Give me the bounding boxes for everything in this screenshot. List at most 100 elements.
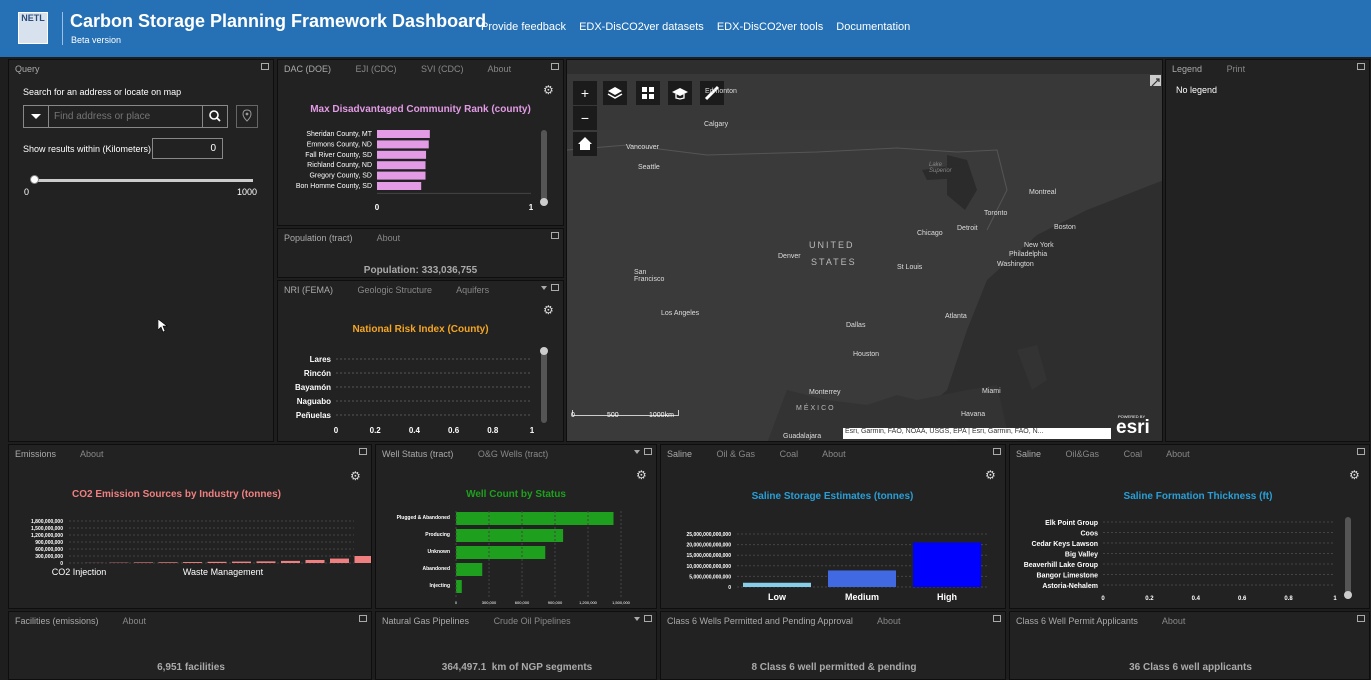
gear-icon[interactable]: ⚙ bbox=[985, 468, 996, 482]
esri-logo[interactable]: esri bbox=[1116, 417, 1150, 439]
maximize-icon[interactable] bbox=[1357, 63, 1365, 70]
gear-icon[interactable]: ⚙ bbox=[350, 469, 361, 483]
bar bbox=[305, 559, 325, 563]
datasets-link[interactable]: EDX-DisCO2ver datasets bbox=[579, 21, 704, 33]
tab-crude-oil-pipelines[interactable]: Crude Oil Pipelines bbox=[494, 616, 571, 626]
map-attribution[interactable]: Esri, Garmin, FAO, NOAA, USGS, EPA | Esr… bbox=[843, 428, 1111, 439]
documentation-link[interactable]: Documentation bbox=[836, 21, 910, 33]
tab-population-about[interactable]: About bbox=[377, 233, 401, 243]
bar-label: Plugged & Abandoned bbox=[397, 515, 450, 521]
maximize-icon[interactable] bbox=[261, 63, 269, 70]
tab-svi[interactable]: SVI (CDC) bbox=[421, 64, 464, 74]
tab-emissions-about[interactable]: About bbox=[80, 449, 104, 459]
tab-emissions[interactable]: Emissions bbox=[15, 449, 56, 459]
tab-oil-gas[interactable]: Oil & Gas bbox=[717, 449, 756, 459]
bar bbox=[134, 562, 153, 563]
tab-aquifers[interactable]: Aquifers bbox=[456, 285, 489, 295]
tab-legend[interactable]: Legend bbox=[1172, 64, 1202, 74]
chevron-down-icon[interactable] bbox=[634, 450, 640, 454]
tab-class6-wells[interactable]: Class 6 Wells Permitted and Pending Appr… bbox=[667, 616, 853, 626]
bar bbox=[377, 130, 430, 138]
tab-og-wells[interactable]: O&G Wells (tract) bbox=[478, 449, 548, 459]
search-button[interactable] bbox=[202, 106, 227, 127]
emissions-panel: Emissions About ⚙ CO2 Emission Sources b… bbox=[8, 444, 372, 609]
pipelines-panel: Natural Gas Pipelines Crude Oil Pipeline… bbox=[375, 611, 657, 680]
city-label: Boston bbox=[1054, 224, 1076, 231]
tab-applicants-about[interactable]: About bbox=[1162, 616, 1186, 626]
bar-label: Abandoned bbox=[423, 566, 451, 572]
city-label: Detroit bbox=[957, 225, 978, 232]
slider-min-label: 0 bbox=[24, 187, 30, 197]
tab-dac[interactable]: DAC (DOE) bbox=[284, 64, 331, 74]
layers-button[interactable] bbox=[603, 81, 627, 105]
tools-link[interactable]: EDX-DisCO2ver tools bbox=[717, 21, 823, 33]
maximize-icon[interactable] bbox=[644, 615, 652, 622]
gear-icon[interactable]: ⚙ bbox=[543, 83, 554, 97]
fullscreen-button[interactable] bbox=[1150, 75, 1161, 87]
slider-handle[interactable] bbox=[30, 175, 39, 184]
maximize-icon[interactable] bbox=[1357, 448, 1365, 455]
tab-population[interactable]: Population (tract) bbox=[284, 233, 353, 243]
chevron-down-icon[interactable] bbox=[634, 617, 640, 621]
tab-saline[interactable]: Saline bbox=[667, 449, 692, 459]
maximize-icon[interactable] bbox=[359, 448, 367, 455]
gear-icon[interactable]: ⚙ bbox=[543, 303, 554, 317]
feedback-link[interactable]: Provide feedback bbox=[481, 21, 566, 33]
maximize-icon[interactable] bbox=[644, 448, 652, 455]
distance-input[interactable] bbox=[152, 138, 223, 159]
scale-label: 500 bbox=[607, 412, 619, 419]
chart-scrollbar[interactable] bbox=[540, 347, 548, 423]
tick-label: 1 bbox=[530, 426, 535, 435]
caret-down-icon bbox=[31, 114, 41, 119]
chevron-down-icon[interactable] bbox=[541, 286, 547, 290]
locate-button[interactable] bbox=[236, 105, 258, 128]
tick-label: 0 bbox=[728, 585, 731, 591]
maximize-icon[interactable] bbox=[359, 615, 367, 622]
gear-icon[interactable]: ⚙ bbox=[636, 468, 647, 482]
tick-label: 0.8 bbox=[1284, 596, 1293, 602]
bookmarks-button[interactable] bbox=[668, 81, 692, 105]
tab-natural-gas-pipelines[interactable]: Natural Gas Pipelines bbox=[382, 616, 469, 626]
bar-label: Rincón bbox=[304, 369, 331, 378]
maximize-icon[interactable] bbox=[551, 284, 559, 291]
bar-label: Elk Point Group bbox=[1045, 520, 1098, 527]
tab-eji[interactable]: EJI (CDC) bbox=[356, 64, 397, 74]
chart-scrollbar[interactable] bbox=[1344, 517, 1352, 599]
zoom-out-button[interactable]: − bbox=[573, 106, 597, 130]
maximize-icon[interactable] bbox=[551, 63, 559, 70]
maximize-icon[interactable] bbox=[993, 615, 1001, 622]
maximize-icon[interactable] bbox=[993, 448, 1001, 455]
search-input[interactable] bbox=[52, 108, 201, 125]
bar bbox=[377, 182, 422, 190]
lake-label: Lake Superior bbox=[929, 162, 952, 174]
chart-scrollbar[interactable] bbox=[540, 130, 548, 206]
tab-query[interactable]: Query bbox=[15, 64, 40, 74]
tab-well-status[interactable]: Well Status (tract) bbox=[382, 449, 453, 459]
facilities-panel: Facilities (emissions) About 6,951 facil… bbox=[8, 611, 372, 680]
distance-slider[interactable] bbox=[33, 179, 253, 182]
home-button[interactable] bbox=[573, 132, 597, 156]
tab-geologic-structure[interactable]: Geologic Structure bbox=[358, 285, 433, 295]
basemap[interactable] bbox=[567, 60, 1163, 442]
tab-saline-about[interactable]: About bbox=[822, 449, 846, 459]
tab-dac-about[interactable]: About bbox=[488, 64, 512, 74]
tab-facilities[interactable]: Facilities (emissions) bbox=[15, 616, 99, 626]
tab-nri[interactable]: NRI (FEMA) bbox=[284, 285, 333, 295]
tab-saline[interactable]: Saline bbox=[1016, 449, 1041, 459]
tab-class6-about[interactable]: About bbox=[877, 616, 901, 626]
maximize-icon[interactable] bbox=[1357, 615, 1365, 622]
tab-oil-gas[interactable]: Oil&Gas bbox=[1066, 449, 1100, 459]
tab-thickness-about[interactable]: About bbox=[1166, 449, 1190, 459]
bar bbox=[456, 546, 546, 559]
search-source-dropdown[interactable] bbox=[24, 106, 49, 127]
tab-class6-applicants[interactable]: Class 6 Well Permit Applicants bbox=[1016, 616, 1138, 626]
tab-coal[interactable]: Coal bbox=[1124, 449, 1143, 459]
maximize-icon[interactable] bbox=[551, 232, 559, 239]
gear-icon[interactable]: ⚙ bbox=[1349, 468, 1360, 482]
tab-facilities-about[interactable]: About bbox=[123, 616, 147, 626]
zoom-in-button[interactable]: + bbox=[573, 81, 597, 105]
tab-print[interactable]: Print bbox=[1227, 64, 1246, 74]
tab-coal[interactable]: Coal bbox=[780, 449, 799, 459]
basemap-gallery-button[interactable] bbox=[636, 81, 660, 105]
bar-label: Gregory County, SD bbox=[309, 173, 372, 180]
